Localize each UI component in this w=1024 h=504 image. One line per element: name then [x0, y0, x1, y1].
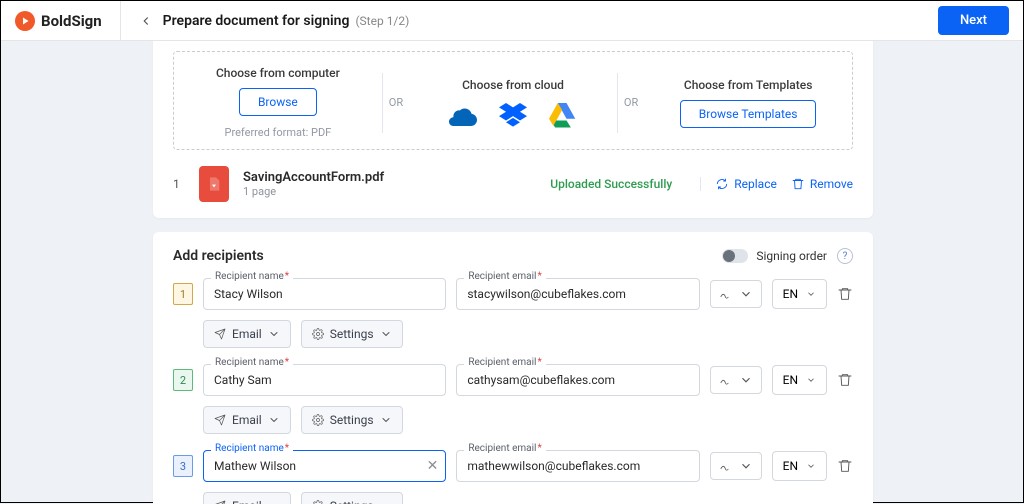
- email-dropdown-button[interactable]: Email: [203, 320, 291, 348]
- email-btn-label: Email: [232, 327, 262, 341]
- order-badge: 2: [173, 369, 193, 391]
- signature-type-button[interactable]: [710, 366, 762, 394]
- choose-computer-title: Choose from computer: [216, 66, 340, 80]
- settings-dropdown-button[interactable]: Settings: [301, 320, 403, 348]
- language-label: EN: [783, 459, 798, 473]
- email-dropdown-button[interactable]: Email: [203, 406, 291, 434]
- order-badge: 1: [173, 283, 193, 305]
- dropbox-icon[interactable]: [499, 104, 527, 128]
- recipient-name-input[interactable]: [203, 450, 446, 482]
- file-index: 1: [173, 177, 185, 191]
- or-separator: OR: [618, 96, 644, 109]
- file-name: SavingAccountForm.pdf: [243, 170, 384, 185]
- choose-cloud-section: Choose from cloud: [409, 78, 617, 128]
- browse-templates-button[interactable]: Browse Templates: [680, 100, 817, 128]
- replace-button[interactable]: Replace: [715, 177, 777, 191]
- settings-dropdown-button[interactable]: Settings: [301, 406, 403, 434]
- pdf-icon: [199, 166, 229, 202]
- recipients-title: Add recipients: [173, 248, 264, 264]
- choose-cloud-title: Choose from cloud: [462, 78, 564, 92]
- next-button[interactable]: Next: [938, 6, 1009, 35]
- file-pages: 1 page: [243, 185, 384, 198]
- delete-recipient-button[interactable]: [837, 372, 853, 388]
- clear-icon[interactable]: ✕: [427, 458, 439, 474]
- or-separator: OR: [383, 96, 409, 109]
- language-label: EN: [783, 287, 798, 301]
- recipient-name-input[interactable]: [203, 364, 446, 396]
- choose-computer-section: Choose from computer Browse Preferred fo…: [174, 66, 382, 139]
- delete-recipient-button[interactable]: [837, 286, 853, 302]
- signature-type-button[interactable]: [710, 280, 762, 308]
- language-label: EN: [783, 373, 798, 387]
- preferred-format: Preferred format: PDF: [225, 126, 332, 139]
- recipient-row: 3 Recipient name ✕ Recipient email EN: [173, 450, 853, 504]
- language-button[interactable]: EN: [772, 451, 827, 481]
- name-label: Recipient name: [211, 357, 293, 368]
- logo-icon: [15, 11, 35, 31]
- settings-btn-label: Settings: [330, 499, 374, 504]
- upload-status: Uploaded Successfully: [550, 177, 672, 191]
- recipient-email-input[interactable]: [456, 450, 699, 482]
- settings-btn-label: Settings: [330, 413, 374, 427]
- page-title: Prepare document for signing: [163, 13, 350, 29]
- name-label: Recipient name: [211, 271, 293, 282]
- email-label: Recipient email: [464, 357, 545, 368]
- delete-recipient-button[interactable]: [837, 458, 853, 474]
- signing-order-label: Signing order: [756, 249, 827, 263]
- language-button[interactable]: EN: [772, 279, 827, 309]
- replace-label: Replace: [734, 177, 777, 191]
- email-label: Recipient email: [464, 271, 545, 282]
- signing-order-toggle[interactable]: [722, 249, 748, 263]
- onedrive-icon[interactable]: [449, 104, 477, 128]
- remove-button[interactable]: Remove: [791, 177, 853, 191]
- upload-card: Choose from computer Browse Preferred fo…: [153, 41, 873, 218]
- choose-templates-section: Choose from Templates Browse Templates: [644, 78, 852, 128]
- back-button[interactable]: [139, 14, 153, 28]
- brand-logo[interactable]: BoldSign: [15, 1, 121, 40]
- email-btn-label: Email: [232, 413, 262, 427]
- page-body: Choose from computer Browse Preferred fo…: [1, 41, 1024, 504]
- step-indicator: (Step 1/2): [355, 14, 409, 28]
- choose-templates-title: Choose from Templates: [684, 78, 813, 92]
- settings-dropdown-button[interactable]: Settings: [301, 492, 403, 504]
- help-icon[interactable]: ?: [837, 248, 853, 264]
- recipient-email-input[interactable]: [456, 364, 699, 396]
- name-label: Recipient name: [211, 443, 293, 454]
- settings-btn-label: Settings: [330, 327, 374, 341]
- email-dropdown-button[interactable]: Email: [203, 492, 291, 504]
- remove-label: Remove: [810, 177, 853, 191]
- language-button[interactable]: EN: [772, 365, 827, 395]
- browse-button[interactable]: Browse: [239, 88, 317, 116]
- upload-dropzone: Choose from computer Browse Preferred fo…: [173, 51, 853, 150]
- topbar: BoldSign Prepare document for signing (S…: [1, 1, 1023, 41]
- email-label: Recipient email: [464, 443, 545, 454]
- recipients-card: Add recipients Signing order ? 1 Recipie…: [153, 232, 873, 504]
- brand-name: BoldSign: [41, 12, 102, 30]
- uploaded-file-row: 1 SavingAccountForm.pdf 1 page Uploaded …: [173, 166, 853, 202]
- recipient-row: 1 Recipient name Recipient email EN: [173, 278, 853, 348]
- email-btn-label: Email: [232, 499, 262, 504]
- order-badge: 3: [173, 455, 193, 477]
- googledrive-icon[interactable]: [549, 104, 577, 128]
- recipient-name-input[interactable]: [203, 278, 446, 310]
- recipient-email-input[interactable]: [456, 278, 699, 310]
- signature-type-button[interactable]: [710, 452, 762, 480]
- recipient-row: 2 Recipient name Recipient email EN: [173, 364, 853, 434]
